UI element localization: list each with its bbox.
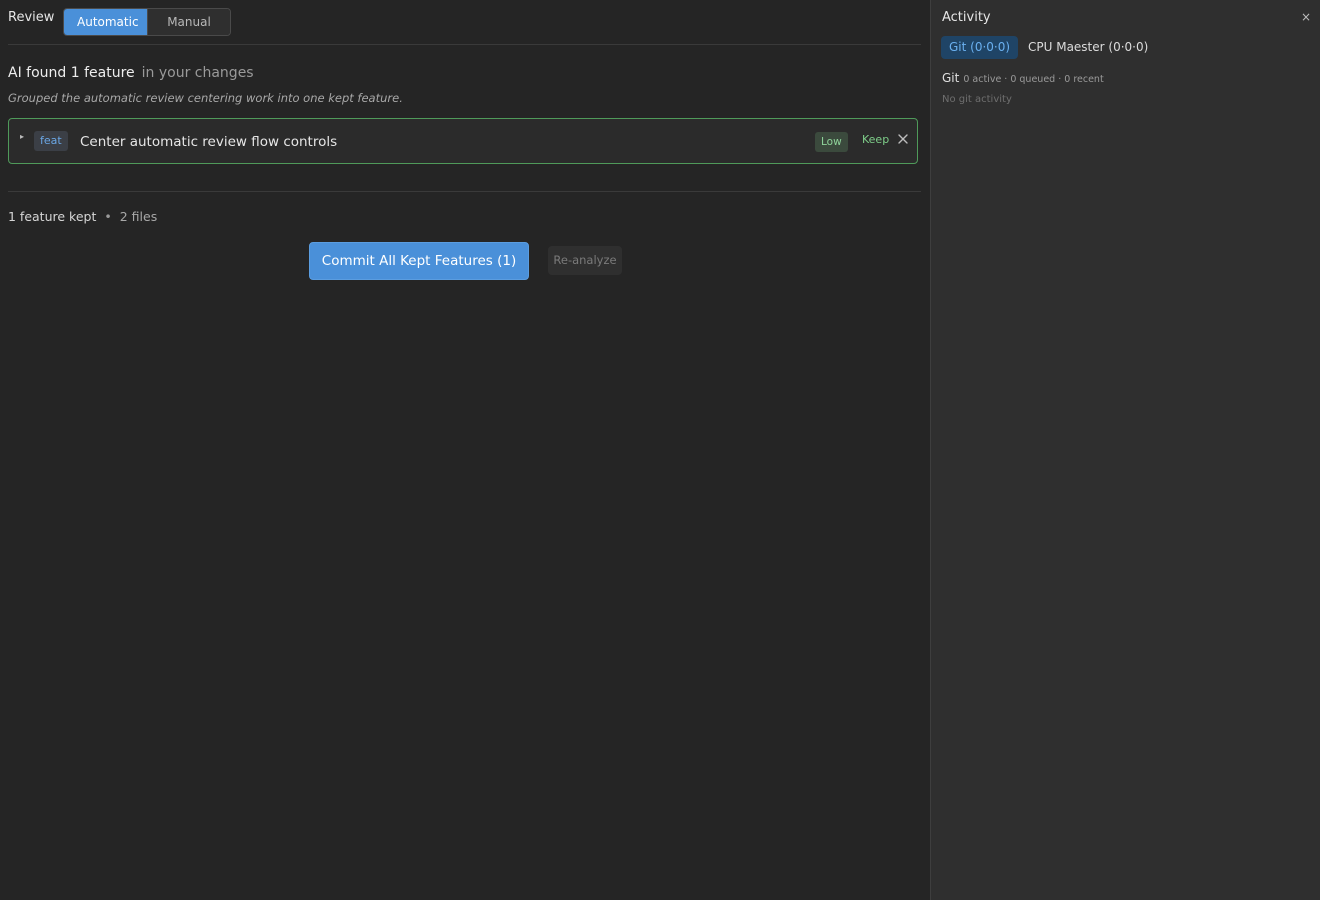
feature-card[interactable]: ▸ feat Center automatic review flow cont… (8, 118, 918, 164)
risk-badge: Low (815, 132, 848, 152)
review-summary: Grouped the automatic review centering w… (8, 91, 403, 105)
kept-count: 1 feature kept (8, 209, 97, 224)
tab-cpu-maester[interactable]: CPU Maester (0·0·0) (1028, 36, 1148, 59)
review-title: Review (8, 10, 55, 25)
mode-automatic-button[interactable]: Automatic (64, 9, 147, 35)
kept-separator: • (104, 209, 112, 224)
divider (8, 191, 921, 192)
found-count-text: AI found 1 feature (8, 65, 135, 81)
activity-title: Activity (942, 10, 991, 25)
tab-git[interactable]: Git (0·0·0) (941, 36, 1019, 59)
app-root: Review Automatic Manual AI found 1 featu… (0, 0, 1320, 900)
close-panel-icon[interactable]: × (1301, 10, 1311, 24)
reanalyze-button[interactable]: Re-analyze (548, 246, 622, 275)
git-stats: Git 0 active · 0 queued · 0 recent (942, 71, 1104, 85)
triangle-right-icon[interactable]: ▸ (20, 132, 24, 141)
feature-type-tag: feat (34, 131, 68, 151)
git-stats-counts: 0 active · 0 queued · 0 recent (963, 74, 1104, 85)
found-heading: AI found 1 feature in your changes (8, 65, 254, 81)
review-header: Review Automatic Manual (8, 8, 921, 45)
kept-summary: 1 feature kept • 2 files (8, 209, 157, 224)
commit-all-button[interactable]: Commit All Kept Features (1) (309, 242, 529, 280)
mode-manual-button[interactable]: Manual (147, 9, 230, 35)
review-pane: Review Automatic Manual AI found 1 featu… (0, 0, 930, 900)
keep-button[interactable]: Keep (862, 133, 889, 146)
git-stats-label: Git (942, 71, 960, 85)
empty-activity-text: No git activity (942, 94, 1012, 105)
kept-files-count: 2 files (119, 209, 158, 224)
activity-panel: Activity × Git (0·0·0) CPU Maester (0·0·… (930, 0, 1320, 900)
mode-toggle: Automatic Manual (63, 8, 231, 36)
feature-name: Center automatic review flow controls (80, 134, 338, 150)
found-context-text: in your changes (141, 65, 254, 81)
close-icon[interactable] (896, 132, 910, 146)
